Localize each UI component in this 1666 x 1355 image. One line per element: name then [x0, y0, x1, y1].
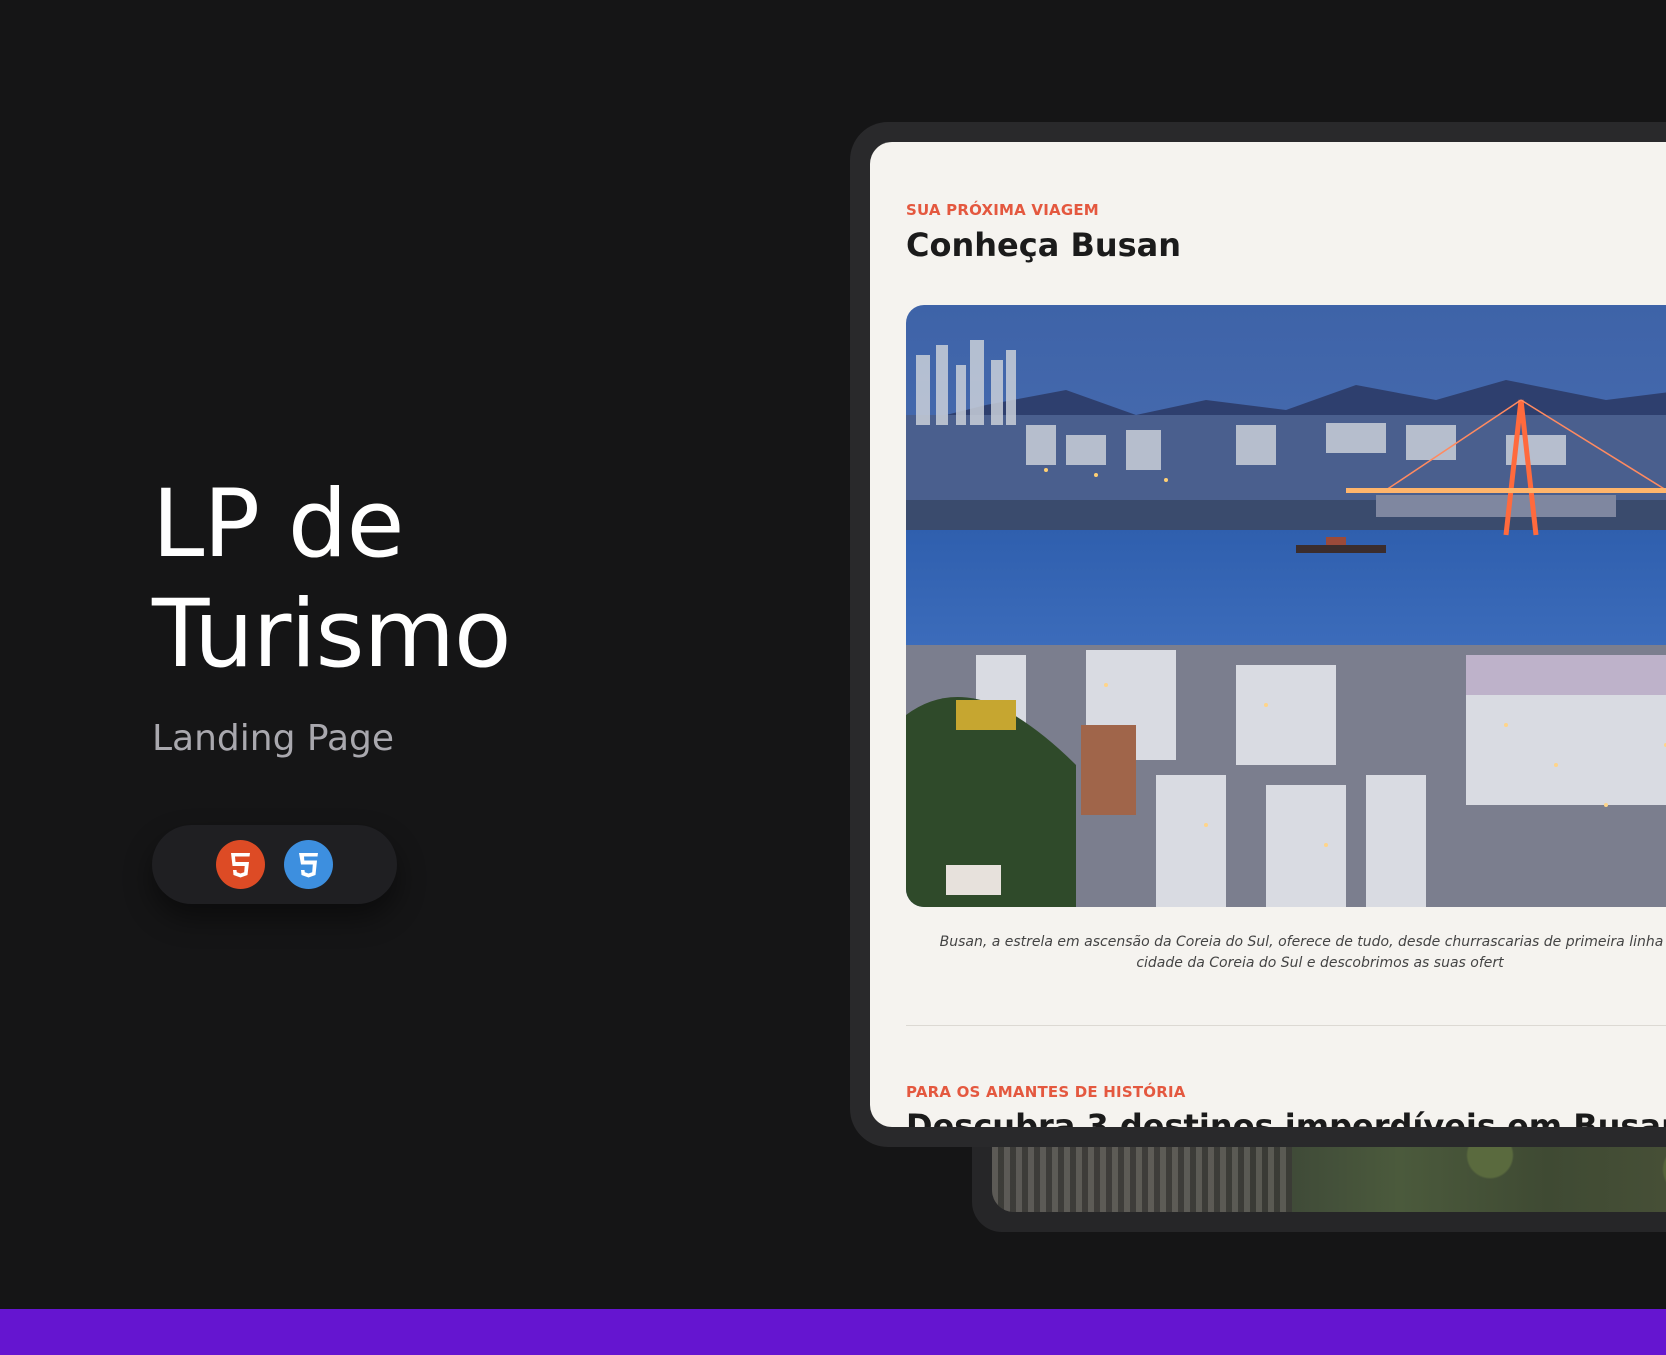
- section-eyebrow: SUA PRÓXIMA VIAGEM: [906, 201, 1099, 219]
- hero-title: LP de Turismo: [152, 470, 672, 690]
- photo-caption: Busan, a estrela em ascensão da Coreia d…: [920, 932, 1666, 974]
- hero-title-line-2: Turismo: [152, 580, 512, 689]
- html5-icon: [216, 840, 265, 889]
- busan-photo: [906, 305, 1666, 907]
- caption-line-2: cidade da Coreia do Sul e descobrimos as…: [1136, 955, 1504, 971]
- section-title-history: Descubra 3 destinos imperdíveis em Busan: [906, 1107, 1666, 1127]
- section-divider: [906, 1025, 1666, 1026]
- landing-page-preview: SUA PRÓXIMA VIAGEM Conheça Busan Busan, …: [870, 142, 1666, 1127]
- bottom-accent-bar: [0, 1309, 1666, 1355]
- device-mockup: SUA PRÓXIMA VIAGEM Conheça Busan Busan, …: [850, 122, 1666, 1147]
- section-eyebrow-history: PARA OS AMANTES DE HISTÓRIA: [906, 1083, 1186, 1101]
- hero-subtitle: Landing Page: [152, 718, 395, 759]
- hero-title-line-1: LP de: [152, 470, 404, 579]
- caption-line-1: Busan, a estrela em ascensão da Coreia d…: [939, 934, 1666, 950]
- section-title: Conheça Busan: [906, 226, 1182, 264]
- tech-stack-badges: [152, 825, 397, 904]
- css3-icon: [284, 840, 333, 889]
